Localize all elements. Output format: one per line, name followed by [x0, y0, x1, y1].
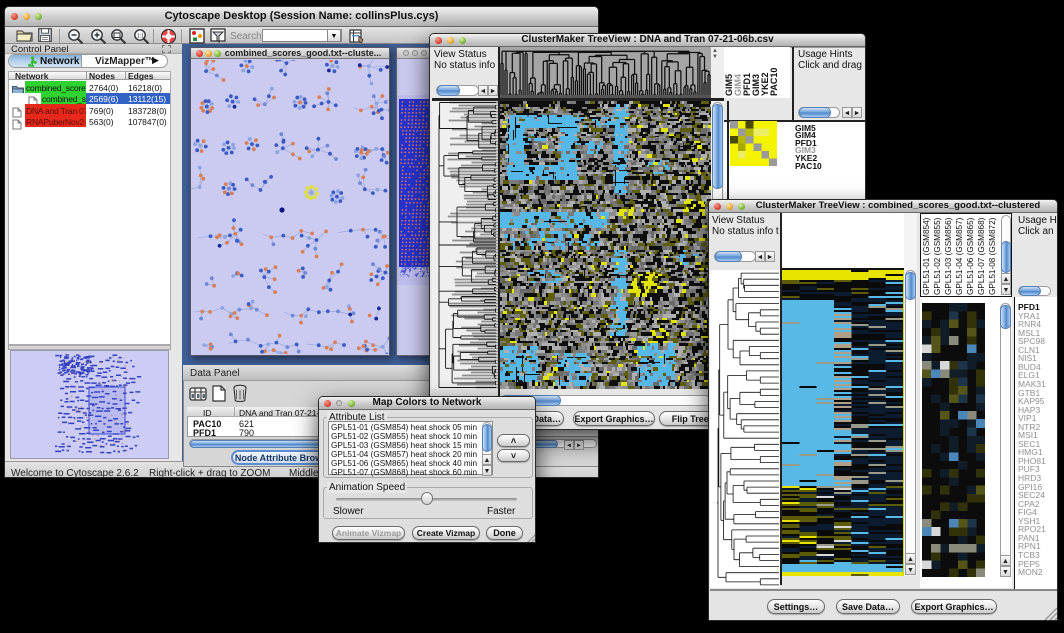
svg-text:GPL51-06 (GSM865): GPL51-06 (GSM865): [966, 217, 975, 295]
svg-text:1:1: 1:1: [137, 34, 144, 40]
svg-text:GPL51-04 (GSM857): GPL51-04 (GSM857): [955, 217, 964, 295]
svg-text:GPL51-07 (GSM868): GPL51-07 (GSM868): [977, 217, 986, 295]
svg-text:GPL51-02 (GSM855): GPL51-02 (GSM855): [933, 217, 942, 295]
svg-text:GPL51-01 (GSM854): GPL51-01 (GSM854): [922, 217, 931, 295]
svg-text:PAC10: PAC10: [769, 68, 779, 96]
svg-text:GPL51-03 (GSM856): GPL51-03 (GSM856): [944, 217, 953, 295]
svg-text:GPL51-08 (GSM872): GPL51-08 (GSM872): [988, 217, 997, 295]
